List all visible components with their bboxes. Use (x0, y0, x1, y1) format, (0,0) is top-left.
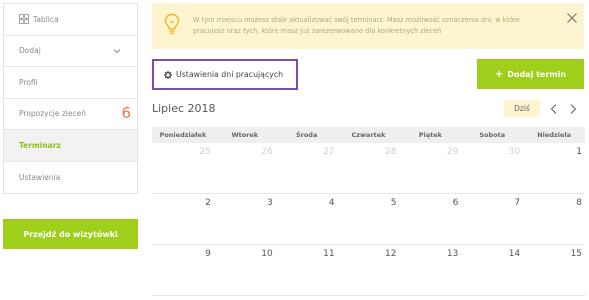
calendar-day-cell[interactable]: 1 (523, 143, 585, 193)
work-days-settings-button[interactable]: Ustawienia dni pracujących (152, 59, 298, 90)
calendar-month-title: Lipiec 2018 (152, 102, 216, 115)
go-to-profile-card-button[interactable]: Przejdź do wizytówki (3, 219, 138, 249)
weekday-header: Niedziela (537, 131, 571, 139)
weekday-header: Wtorek (231, 131, 259, 139)
calendar-day-cell[interactable]: 25 (152, 143, 214, 193)
dashboard-grid-icon (19, 14, 29, 25)
sidebar-item-label: Terminarz (19, 140, 61, 150)
sidebar-item-tablica[interactable]: Tablica (4, 4, 137, 36)
calendar-day-cell[interactable]: 7 (461, 194, 523, 244)
gear-icon (164, 70, 172, 79)
chevron-down-icon (113, 48, 121, 53)
weekday-header: Czwartek (351, 131, 386, 139)
close-icon[interactable] (566, 12, 578, 24)
add-term-label: Dodaj termin (507, 69, 567, 79)
add-term-button[interactable]: + Dodaj termin (477, 59, 584, 89)
calendar-day-cell[interactable]: 29 (399, 143, 461, 193)
calendar-day-cell[interactable]: 13 (399, 245, 461, 295)
chevron-left-icon[interactable] (549, 103, 559, 115)
notification-count-badge: 6 (121, 103, 131, 122)
calendar-day-cell[interactable]: 15 (523, 245, 585, 295)
calendar-day-cell[interactable]: 3 (214, 194, 276, 244)
info-alert: W tym miejscu możesz stale aktualizować … (152, 3, 584, 49)
sidebar-item-label: Tablica (33, 14, 59, 24)
sidebar-item-label: Dodaj (19, 46, 41, 56)
calendar-day-cell[interactable]: 10 (214, 245, 276, 295)
calendar-day-cell[interactable]: 11 (276, 245, 338, 295)
calendar-week-row: 25 26 27 28 29 30 1 (152, 143, 585, 194)
sidebar-item-label: Ustawienia (19, 172, 61, 182)
calendar-day-cell[interactable]: 4 (276, 194, 338, 244)
sidebar-item-terminarz[interactable]: Terminarz (4, 130, 137, 162)
sidebar-item-ustawienia[interactable]: Ustawienia (4, 162, 137, 194)
chevron-right-icon[interactable] (568, 103, 578, 115)
work-days-settings-label: Ustawienia dni pracujących (176, 70, 284, 79)
calendar-day-cell[interactable]: 5 (338, 194, 400, 244)
sidebar-item-label: Propozycje zleceń (19, 109, 86, 119)
calendar-day-cell[interactable]: 12 (338, 245, 400, 295)
sidebar: Tablica Dodaj Profil Propozycje zleceń 6… (3, 3, 138, 249)
sidebar-menu: Tablica Dodaj Profil Propozycje zleceń 6… (3, 3, 138, 194)
weekday-header: Sobota (479, 131, 506, 139)
today-button[interactable]: Dziś (504, 100, 540, 117)
calendar-day-cell[interactable]: 14 (461, 245, 523, 295)
lightbulb-icon (164, 13, 180, 34)
sidebar-item-dodaj[interactable]: Dodaj (4, 36, 137, 67)
calendar-day-cell[interactable]: 28 (338, 143, 400, 193)
plus-icon: + (494, 68, 504, 80)
sidebar-item-propozycje[interactable]: Propozycje zleceń 6 (4, 99, 137, 130)
calendar-week-row: 9 10 11 12 13 14 15 (152, 245, 585, 296)
weekday-header: Poniedziałek (159, 131, 207, 139)
sidebar-item-label: Profil (19, 77, 38, 87)
calendar-day-cell[interactable]: 30 (461, 143, 523, 193)
calendar-day-cell[interactable]: 8 (523, 194, 585, 244)
sidebar-item-profil[interactable]: Profil (4, 67, 137, 99)
weekday-header: Środa (295, 131, 318, 139)
calendar-day-cell[interactable]: 27 (276, 143, 338, 193)
weekday-header: Piątek (418, 131, 442, 139)
calendar-day-cell[interactable]: 2 (152, 194, 214, 244)
alert-message: W tym miejscu możesz stale aktualizować … (193, 16, 520, 35)
calendar-week-row: 2 3 4 5 6 7 8 (152, 194, 585, 245)
calendar-grid: Poniedziałek Wtorek Środa Czwartek Piąte… (152, 127, 585, 296)
calendar-day-cell[interactable]: 6 (399, 194, 461, 244)
calendar-day-cell[interactable]: 26 (214, 143, 276, 193)
calendar-day-cell[interactable]: 9 (152, 245, 214, 295)
weekday-header-row: Poniedziałek Wtorek Środa Czwartek Piąte… (152, 127, 585, 143)
